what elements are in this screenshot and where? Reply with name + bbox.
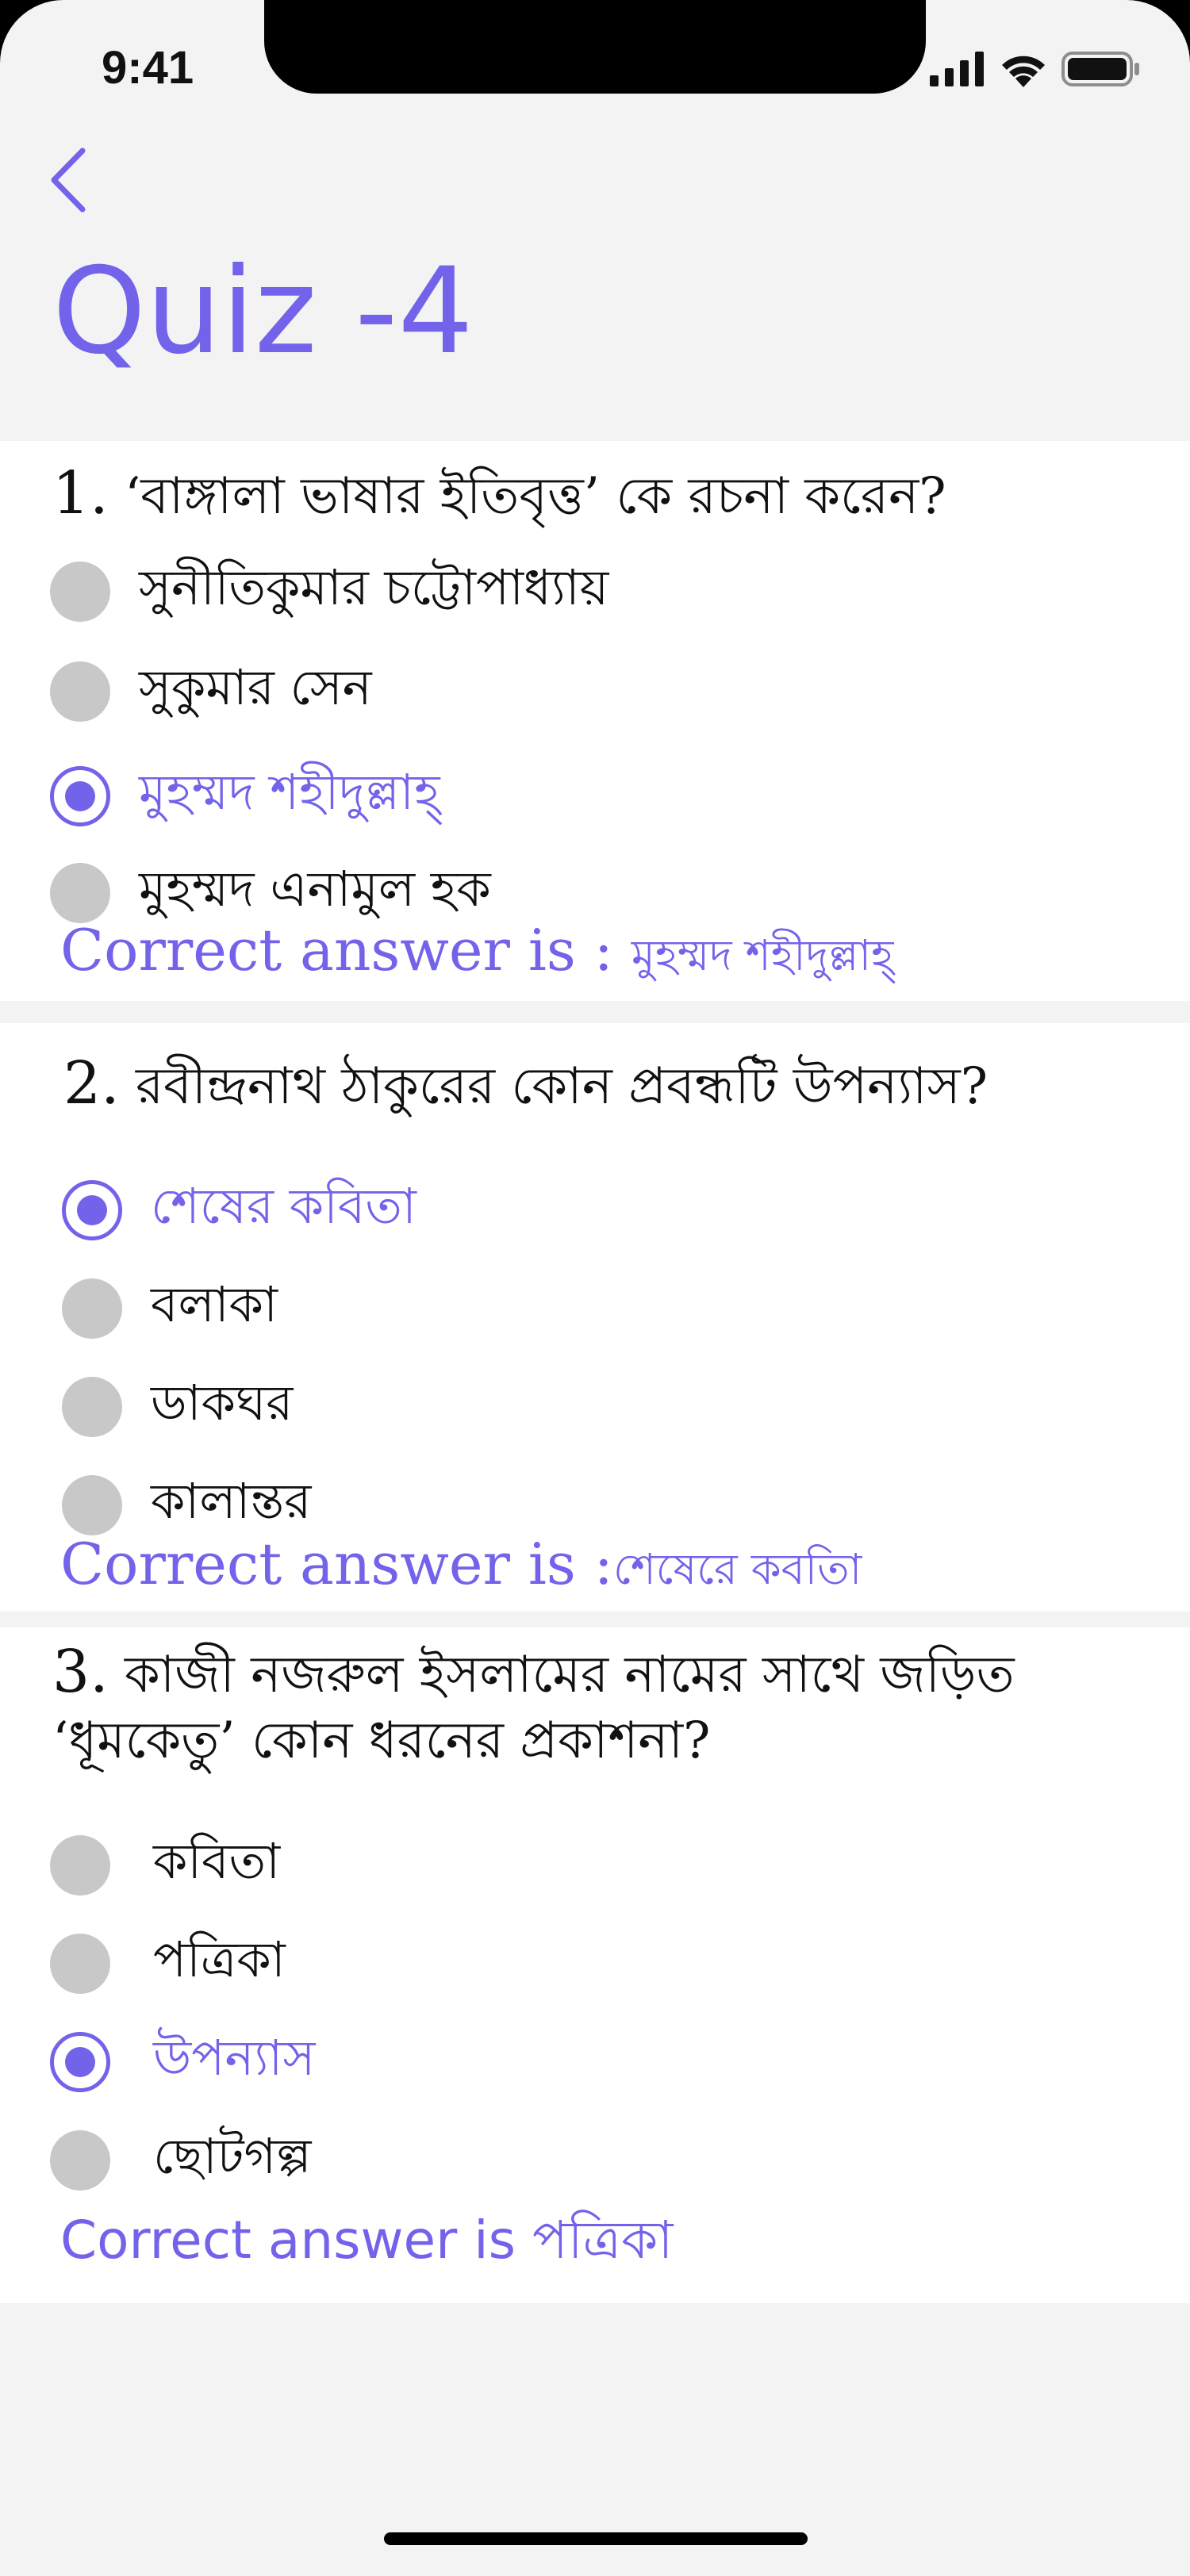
question-label: ‘বাঙ্গালা ভাষার ইতিবৃত্ত’ কে রচনা করেন? bbox=[124, 467, 946, 526]
status-icons bbox=[930, 51, 1141, 87]
radio-unselected-icon bbox=[50, 1933, 110, 1994]
screen-corner-left bbox=[0, 0, 63, 63]
option-radio[interactable]: সুকুমার সেন bbox=[50, 650, 372, 732]
radio-unselected-icon bbox=[62, 1278, 122, 1339]
option-radio-selected[interactable]: শেষের কবিতা bbox=[62, 1169, 416, 1251]
radio-selected-icon bbox=[50, 2031, 110, 2092]
correct-answer: Correct answer is পত্রিকা bbox=[60, 2200, 673, 2287]
answer-value: শেষেরে কবতিা bbox=[612, 1544, 862, 1594]
question-number: 2. bbox=[63, 1049, 120, 1117]
quiz-screen: 9:41 Quiz -4 1. ‘বাঙ্গালা ভাষার ইতিবৃত্ত… bbox=[0, 0, 1190, 2576]
radio-unselected-icon bbox=[62, 1376, 122, 1437]
option-label: ডাকঘর bbox=[151, 1374, 294, 1432]
option-radio[interactable]: কবিতা bbox=[50, 1824, 280, 1906]
radio-selected-icon bbox=[50, 765, 110, 826]
question-text: 3. কাজী নজরুল ইসলামের নামের সাথে জড়িত ‘… bbox=[52, 1635, 1015, 1773]
answer-prefix: Correct answer is : bbox=[60, 1531, 613, 1597]
option-label: কবিতা bbox=[153, 1832, 281, 1890]
option-radio-selected[interactable]: উপন্যাস bbox=[50, 2021, 315, 2103]
home-indicator[interactable] bbox=[384, 2532, 808, 2545]
option-radio[interactable]: পত্রিকা bbox=[50, 1922, 286, 2004]
back-chevron-icon[interactable] bbox=[46, 144, 94, 216]
option-label: ছোটগল্প bbox=[153, 2127, 312, 2185]
question-text: 2. রবীন্দ্রনাথ ঠাকুরের কোন প্রবন্ধটি উপন… bbox=[63, 1047, 988, 1121]
option-label: সুকুমার সেন bbox=[139, 658, 372, 716]
device-notch bbox=[264, 0, 926, 94]
option-label: উপন্যাস bbox=[153, 2029, 316, 2087]
radio-unselected-icon bbox=[50, 661, 110, 722]
answer-value: মুহম্মদ শহীদুল্লাহ্ bbox=[631, 930, 894, 980]
question-card-2: 2. রবীন্দ্রনাথ ঠাকুরের কোন প্রবন্ধটি উপন… bbox=[0, 1023, 1190, 1612]
option-label: মুহম্মদ শহীদুল্লাহ্ bbox=[139, 763, 440, 821]
correct-answer: Correct answer is : মুহম্মদ শহীদুল্লাহ্ bbox=[60, 917, 893, 994]
radio-unselected-icon bbox=[62, 1474, 122, 1535]
radio-selected-icon bbox=[62, 1179, 122, 1240]
battery-icon bbox=[1061, 52, 1139, 86]
answer-prefix: Correct answer is bbox=[60, 2210, 516, 2271]
option-label: সুনীতিকুমার চট্টোপাধ্যায় bbox=[139, 558, 609, 616]
answer-value: পত্রিকা bbox=[532, 2210, 674, 2271]
question-card-3: 3. কাজী নজরুল ইসলামের নামের সাথে জড়িত ‘… bbox=[0, 1627, 1190, 2303]
radio-unselected-icon bbox=[50, 1834, 110, 1896]
question-number: 3. bbox=[52, 1638, 109, 1706]
question-label: রবীন্দ্রনাথ ঠাকুরের কোন প্রবন্ধটি উপন্যা… bbox=[135, 1057, 988, 1116]
option-radio[interactable]: সুনীতিকুমার চট্টোপাধ্যায় bbox=[50, 550, 608, 632]
radio-unselected-icon bbox=[50, 862, 110, 923]
question-card-1: 1. ‘বাঙ্গালা ভাষার ইতিবৃত্ত’ কে রচনা করে… bbox=[0, 441, 1190, 1001]
correct-answer: Correct answer is :শেষেরে কবতিা bbox=[60, 1531, 862, 1608]
option-radio[interactable]: ডাকঘর bbox=[62, 1366, 293, 1447]
cellular-signal-icon bbox=[930, 52, 984, 86]
question-number: 1. bbox=[52, 459, 109, 527]
option-label: বলাকা bbox=[151, 1275, 278, 1333]
radio-unselected-icon bbox=[50, 561, 110, 622]
page-title: Quiz -4 bbox=[52, 243, 474, 381]
answer-prefix: Correct answer is : bbox=[60, 917, 613, 983]
status-time: 9:41 bbox=[102, 42, 194, 94]
option-label: শেষের কবিতা bbox=[151, 1177, 416, 1235]
radio-unselected-icon bbox=[50, 2129, 110, 2191]
option-radio[interactable]: বলাকা bbox=[62, 1267, 278, 1349]
question-text: 1. ‘বাঙ্গালা ভাষার ইতিবৃত্ত’ কে রচনা করে… bbox=[52, 457, 946, 531]
question-label-line1: কাজী নজরুল ইসলামের নামের সাথে জড়িত bbox=[124, 1646, 1015, 1704]
option-radio[interactable]: ছোটগল্প bbox=[50, 2119, 311, 2201]
wifi-icon bbox=[1002, 56, 1045, 87]
option-label: পত্রিকা bbox=[153, 1930, 286, 1988]
question-label-line2: ‘ধূমকেতু’ কোন ধরনের প্রকাশনা? bbox=[52, 1712, 711, 1771]
option-radio-selected[interactable]: মুহম্মদ শহীদুল্লাহ্ bbox=[50, 755, 440, 837]
